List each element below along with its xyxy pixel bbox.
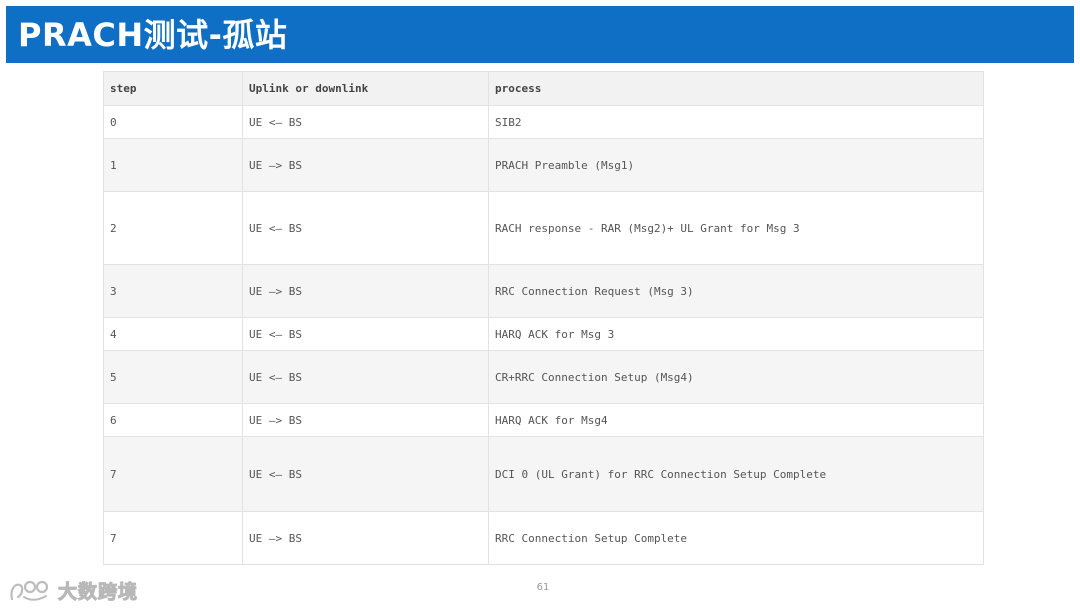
cell-process: HARQ ACK for Msg 3 [488, 317, 984, 351]
cell-process: PRACH Preamble (Msg1) [488, 138, 984, 192]
cell-step: 7 [103, 511, 243, 565]
table-row: 7 UE —> BS RRC Connection Setup Complete [103, 511, 984, 565]
cell-step: 2 [103, 191, 243, 265]
prach-procedure-table: step Uplink or downlink process 0 UE <— … [103, 71, 984, 565]
cell-step: 0 [103, 105, 243, 139]
cell-step: 4 [103, 317, 243, 351]
table-header-row: step Uplink or downlink process [103, 71, 984, 106]
cell-step: 5 [103, 350, 243, 404]
table-row: 5 UE <— BS CR+RRC Connection Setup (Msg4… [103, 350, 984, 404]
table-row: 6 UE —> BS HARQ ACK for Msg4 [103, 403, 984, 437]
cell-direction: UE —> BS [242, 403, 489, 437]
cell-process: RACH response - RAR (Msg2)+ UL Grant for… [488, 191, 984, 265]
header-process: process [488, 71, 984, 106]
cell-process: CR+RRC Connection Setup (Msg4) [488, 350, 984, 404]
title-bar: PRACH测试-孤站 [6, 6, 1074, 63]
cell-process: RRC Connection Request (Msg 3) [488, 264, 984, 318]
cell-process: DCI 0 (UL Grant) for RRC Connection Setu… [488, 436, 984, 512]
cell-step: 6 [103, 403, 243, 437]
table-row: 2 UE <— BS RACH response - RAR (Msg2)+ U… [103, 191, 984, 265]
watermark: 大数跨境 [8, 576, 138, 604]
watermark-text: 大数跨境 [57, 580, 139, 603]
brand-logo-icon [10, 580, 49, 601]
page-number: 61 [536, 582, 550, 593]
cell-step: 1 [103, 138, 243, 192]
table-row: 0 UE <— BS SIB2 [103, 105, 984, 139]
table-row: 1 UE —> BS PRACH Preamble (Msg1) [103, 138, 984, 192]
cell-direction: UE —> BS [242, 511, 489, 565]
cell-direction: UE <— BS [242, 191, 489, 265]
cell-direction: UE —> BS [242, 264, 489, 318]
cell-direction: UE <— BS [242, 436, 489, 512]
cell-direction: UE —> BS [242, 138, 489, 192]
cell-step: 3 [103, 264, 243, 318]
cell-direction: UE <— BS [242, 350, 489, 404]
cell-process: HARQ ACK for Msg4 [488, 403, 984, 437]
cell-step: 7 [103, 436, 243, 512]
header-step: step [103, 71, 243, 106]
cell-process: SIB2 [488, 105, 984, 139]
cell-process: RRC Connection Setup Complete [488, 511, 984, 565]
slide: PRACH测试-孤站 step Uplink or downlink proce… [0, 0, 1080, 610]
table-row: 4 UE <— BS HARQ ACK for Msg 3 [103, 317, 984, 351]
prach-procedure-table-container: step Uplink or downlink process 0 UE <— … [103, 71, 984, 565]
header-direction: Uplink or downlink [242, 71, 489, 106]
table-row: 3 UE —> BS RRC Connection Request (Msg 3… [103, 264, 984, 318]
cell-direction: UE <— BS [242, 105, 489, 139]
table-row: 7 UE <— BS DCI 0 (UL Grant) for RRC Conn… [103, 436, 984, 512]
cell-direction: UE <— BS [242, 317, 489, 351]
slide-title: PRACH测试-孤站 [18, 15, 288, 54]
